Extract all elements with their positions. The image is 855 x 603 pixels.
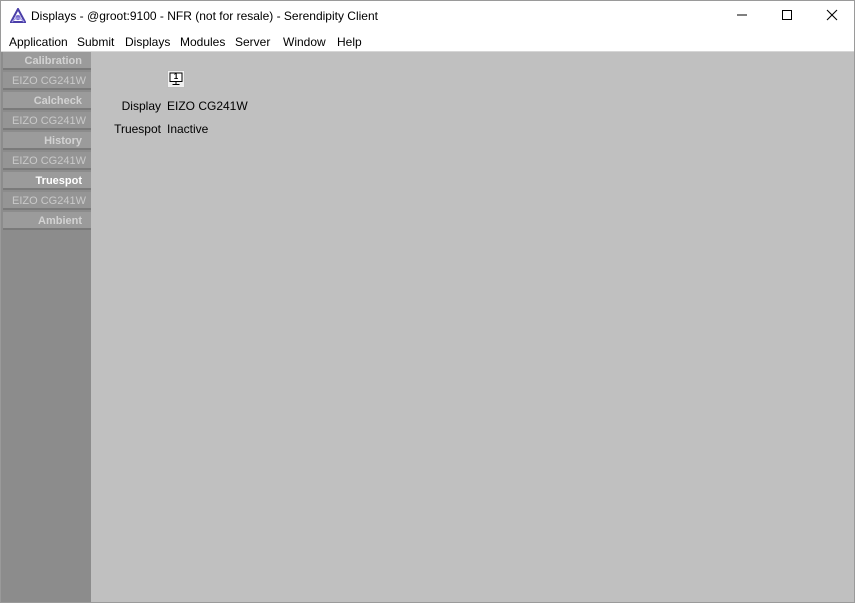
menu-modules[interactable]: Modules [180, 35, 225, 49]
menu-submit[interactable]: Submit [77, 35, 114, 49]
sidebar-item-calibration-display[interactable]: EIZO CG241W [3, 72, 91, 90]
sidebar-item-truespot[interactable]: Truespot [3, 172, 91, 190]
maximize-button[interactable] [764, 1, 810, 31]
window-title: Displays - @groot:9100 - NFR (not for re… [31, 9, 378, 23]
app-window: Displays - @groot:9100 - NFR (not for re… [0, 0, 855, 603]
sidebar-item-truespot-display[interactable]: EIZO CG241W [3, 192, 91, 210]
truespot-status-value: Inactive [167, 122, 209, 136]
sidebar: Calibration EIZO CG241W Calcheck EIZO CG… [1, 52, 91, 602]
display-select-button[interactable]: 1 [167, 70, 185, 88]
sidebar-item-ambient[interactable]: Ambient [3, 212, 91, 230]
menu-window[interactable]: Window [283, 35, 326, 49]
menu-application[interactable]: Application [9, 35, 68, 49]
main-content: 1 Display EIZO CG241W Truespot Inactive [91, 52, 854, 602]
menu-displays[interactable]: Displays [125, 35, 170, 49]
monitor-number: 1 [173, 72, 179, 81]
truespot-label: Truespot [114, 122, 161, 136]
minimize-button[interactable] [719, 1, 765, 31]
sidebar-item-history-display[interactable]: EIZO CG241W [3, 152, 91, 170]
sidebar-item-history[interactable]: History [3, 132, 91, 150]
display-value: EIZO CG241W [167, 99, 248, 113]
title-bar[interactable]: Displays - @groot:9100 - NFR (not for re… [1, 1, 854, 31]
menu-help[interactable]: Help [337, 35, 362, 49]
minimize-icon [736, 9, 748, 24]
close-button[interactable] [809, 1, 854, 31]
sidebar-item-calcheck-display[interactable]: EIZO CG241W [3, 112, 91, 130]
maximize-icon [781, 9, 793, 24]
monitor-icon: 1 [169, 72, 183, 86]
serendipity-logo-icon [9, 6, 27, 24]
display-label: Display [121, 99, 161, 113]
sidebar-item-calibration[interactable]: Calibration [3, 52, 91, 70]
menu-server[interactable]: Server [235, 35, 270, 49]
close-icon [826, 9, 838, 24]
sidebar-item-calcheck[interactable]: Calcheck [3, 92, 91, 110]
menu-bar: Application Submit Displays Modules Serv… [1, 31, 854, 52]
